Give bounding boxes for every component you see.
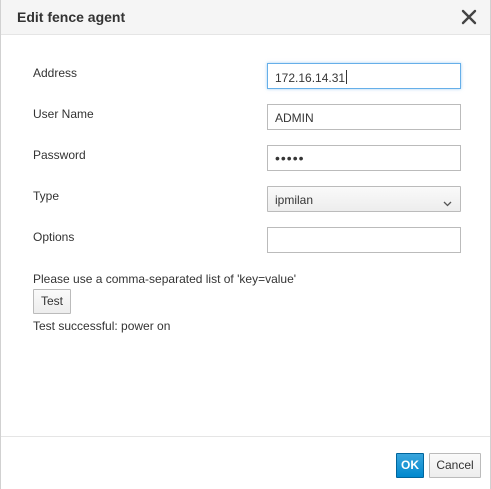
password-input[interactable]: •••••: [267, 145, 461, 171]
address-label: Address: [33, 66, 78, 80]
test-button[interactable]: Test: [33, 289, 71, 314]
close-button[interactable]: [460, 8, 478, 26]
options-input[interactable]: [267, 227, 461, 253]
dialog-header: Edit fence agent: [1, 0, 490, 35]
password-mask: •••••: [275, 150, 305, 166]
text-caret: [346, 70, 348, 84]
username-value: ADMIN: [275, 111, 314, 125]
chevron-down-icon: [443, 196, 452, 210]
ok-button[interactable]: OK: [396, 453, 424, 478]
cancel-button[interactable]: Cancel: [429, 453, 481, 478]
address-value: 172.16.14.31: [275, 71, 346, 85]
options-hint: Please use a comma-separated list of 'ke…: [33, 272, 297, 286]
username-input[interactable]: ADMIN: [267, 104, 461, 130]
type-label: Type: [33, 189, 60, 203]
password-label: Password: [33, 148, 86, 162]
username-label: User Name: [33, 107, 94, 121]
type-value: ipmilan: [275, 193, 314, 207]
test-status: Test successful: power on: [33, 319, 171, 333]
close-icon: [461, 9, 477, 25]
options-label: Options: [33, 230, 75, 244]
address-input[interactable]: 172.16.14.31: [267, 63, 461, 89]
type-select[interactable]: ipmilan: [267, 186, 461, 212]
dialog-title: Edit fence agent: [17, 9, 126, 25]
edit-fence-agent-dialog: Edit fence agent Address 172.16.14.31 Us…: [0, 0, 491, 489]
